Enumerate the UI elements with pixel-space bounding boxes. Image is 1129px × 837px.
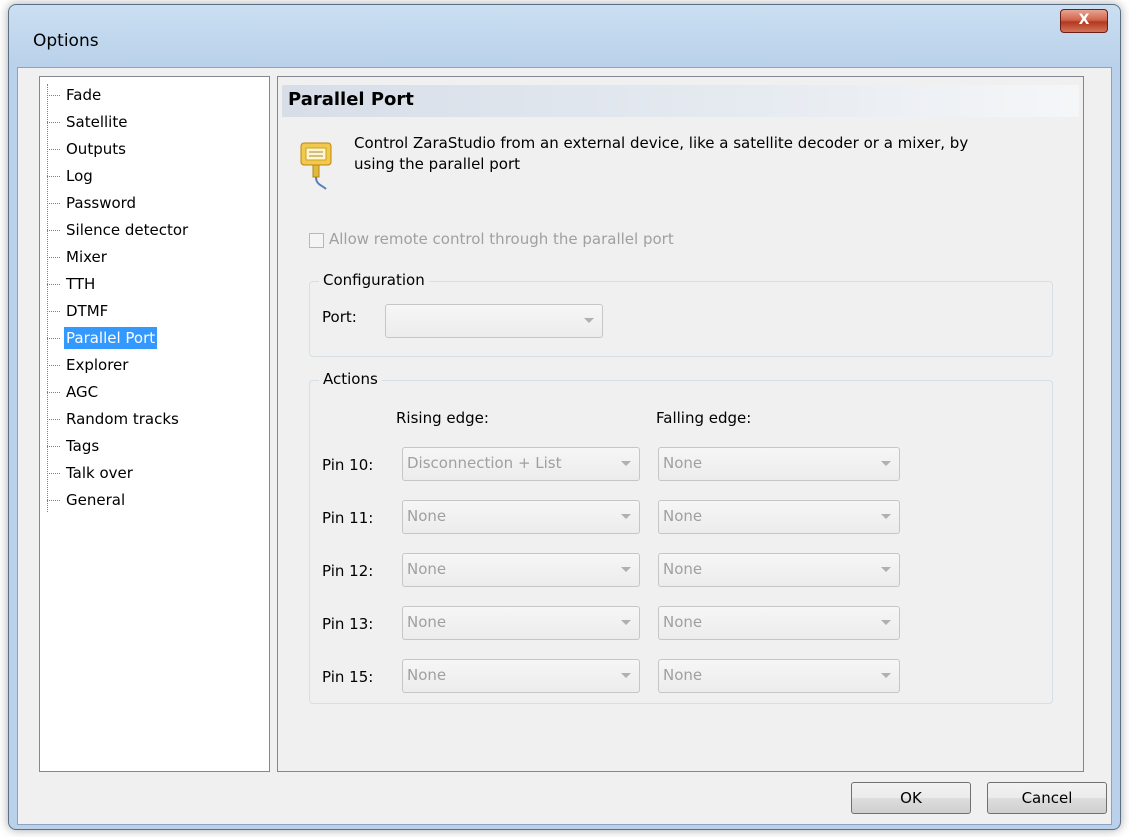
tree-item-label: Password [66, 194, 137, 212]
close-button[interactable]: X [1060, 9, 1108, 33]
configuration-group-title: Configuration [319, 271, 429, 289]
pin-label: Pin 11: [322, 509, 374, 527]
panel-description: Control ZaraStudio from an external devi… [354, 133, 1054, 175]
pin-13-falling-select[interactable]: None [658, 606, 900, 640]
rising-edge-header: Rising edge: [396, 409, 489, 427]
settings-panel: Parallel Port Control ZaraStudio from an… [277, 76, 1084, 772]
pin-11-falling-select[interactable]: None [658, 500, 900, 534]
select-value: None [663, 507, 703, 525]
chevron-down-icon[interactable] [621, 567, 631, 572]
pin-10-falling-select[interactable]: None [658, 447, 900, 481]
tree-item-label: Outputs [66, 140, 126, 158]
window-title: Options [33, 31, 99, 51]
actions-group-title: Actions [319, 370, 382, 388]
close-icon: X [1078, 12, 1090, 28]
checkbox-box[interactable] [309, 233, 324, 248]
description-line: using the parallel port [354, 155, 520, 173]
select-value: None [407, 613, 447, 631]
options-tree[interactable]: Fade Satellite Outputs Log Password Sile… [39, 76, 270, 772]
pin-11-rising-select[interactable]: None [402, 500, 640, 534]
pin-15-rising-select[interactable]: None [402, 659, 640, 693]
description-line: Control ZaraStudio from an external devi… [354, 134, 969, 152]
configuration-group: Configuration Port: [309, 271, 1053, 357]
chevron-down-icon[interactable] [621, 514, 631, 519]
select-value: None [663, 560, 703, 578]
chevron-down-icon[interactable] [621, 620, 631, 625]
select-value: None [407, 560, 447, 578]
tree-item-label: Tags [66, 437, 100, 455]
title-bar[interactable]: Options X [9, 5, 1120, 69]
options-window: Options X Fade Satellite Outputs Log Pas… [8, 4, 1121, 830]
tree-item-label: AGC [66, 383, 99, 401]
chevron-down-icon[interactable] [881, 567, 891, 572]
tree-item-label: General [66, 491, 126, 509]
pin-13-rising-select[interactable]: None [402, 606, 640, 640]
falling-edge-header: Falling edge: [656, 409, 752, 427]
chevron-down-icon[interactable] [881, 461, 891, 466]
chevron-down-icon[interactable] [881, 514, 891, 519]
select-value: None [407, 666, 447, 684]
tree-item-label: Random tracks [66, 410, 179, 428]
port-label: Port: [322, 308, 357, 326]
chevron-down-icon[interactable] [621, 673, 631, 678]
tree-item-label: Mixer [66, 248, 107, 266]
select-value: None [663, 666, 703, 684]
tree-item-label: Talk over [66, 464, 133, 482]
tree-item-label: DTMF [66, 302, 109, 320]
pin-label: Pin 13: [322, 615, 374, 633]
tree-item-label: TTH [66, 275, 96, 293]
port-select[interactable] [385, 304, 603, 338]
panel-header: Parallel Port [282, 85, 1079, 117]
tree-item-label: Satellite [66, 113, 128, 131]
select-value: None [407, 507, 447, 525]
chevron-down-icon[interactable] [621, 461, 631, 466]
pin-label: Pin 12: [322, 562, 374, 580]
chevron-down-icon[interactable] [584, 318, 594, 323]
select-value: Disconnection + List [407, 454, 562, 472]
pin-label: Pin 15: [322, 668, 374, 686]
tree-item-label: Fade [66, 86, 102, 104]
dialog-client-area: Fade Satellite Outputs Log Password Sile… [17, 67, 1112, 825]
pin-12-rising-select[interactable]: None [402, 553, 640, 587]
pin-15-falling-select[interactable]: None [658, 659, 900, 693]
parallel-port-icon [300, 142, 332, 190]
cancel-button[interactable]: Cancel [987, 782, 1107, 814]
checkbox-label: Allow remote control through the paralle… [329, 230, 674, 248]
select-value: None [663, 613, 703, 631]
chevron-down-icon[interactable] [881, 673, 891, 678]
tree-item-label: Silence detector [66, 221, 189, 239]
tree-item-label: Explorer [66, 356, 129, 374]
tree-item-label: Parallel Port [64, 327, 158, 349]
panel-title: Parallel Port [288, 89, 414, 110]
ok-button[interactable]: OK [851, 782, 971, 814]
pin-12-falling-select[interactable]: None [658, 553, 900, 587]
pin-label: Pin 10: [322, 456, 374, 474]
chevron-down-icon[interactable] [881, 620, 891, 625]
pin-10-rising-select[interactable]: Disconnection + List [402, 447, 640, 481]
tree-item-label: Log [66, 167, 93, 185]
select-value: None [663, 454, 703, 472]
actions-group: Actions Rising edge: Falling edge: Pin 1… [309, 370, 1053, 704]
